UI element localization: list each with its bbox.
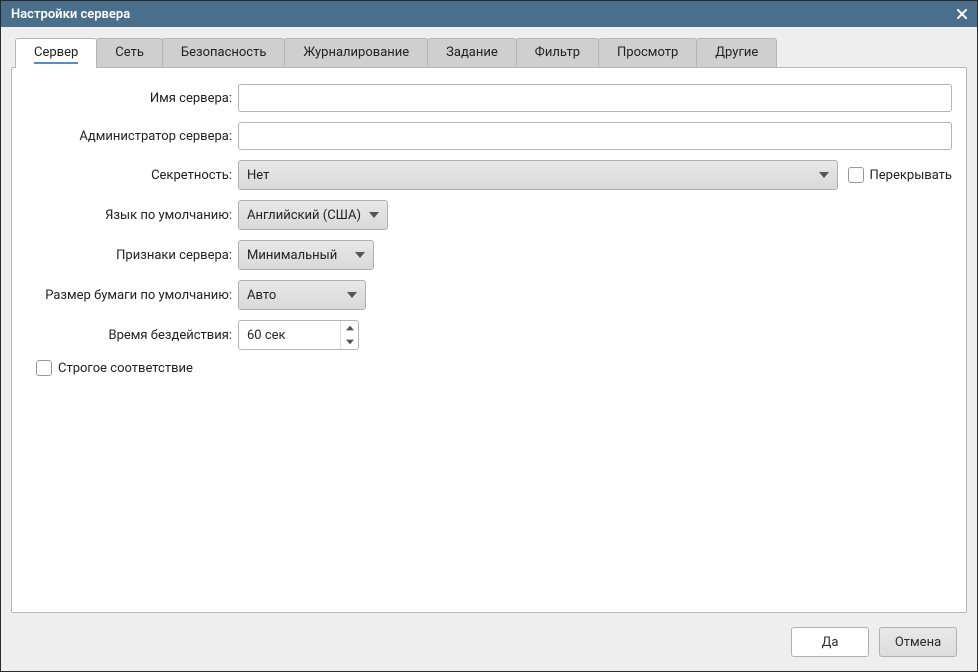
- tab-label: Сервер: [34, 45, 78, 64]
- controls-server-admin: [238, 122, 952, 150]
- chevron-down-icon: [817, 168, 831, 182]
- spinner-up[interactable]: [341, 321, 358, 335]
- tab-security[interactable]: Безопасность: [162, 38, 286, 68]
- tab-logging[interactable]: Журналирование: [284, 38, 428, 68]
- tab-label: Просмотр: [617, 45, 678, 60]
- tab-panel-server: Имя сервера: Администратор сервера: Секр…: [11, 67, 967, 613]
- tab-label: Фильтр: [535, 45, 580, 60]
- ok-button[interactable]: Да: [791, 627, 869, 657]
- row-server-traits: Признаки сервера: Минимальный: [26, 240, 952, 270]
- controls-secrecy: Нет Перекрывать: [238, 160, 952, 190]
- label-server-admin: Администратор сервера:: [26, 129, 232, 144]
- close-icon: [957, 9, 967, 19]
- cancel-button[interactable]: Отмена: [879, 627, 957, 657]
- spinner-down[interactable]: [341, 335, 358, 349]
- checkbox-box-icon: [848, 167, 864, 183]
- server-admin-input[interactable]: [238, 122, 952, 150]
- spinner-buttons: [340, 321, 358, 349]
- overlay-checkbox-label: Перекрывать: [870, 168, 953, 183]
- tab-label: Другие: [715, 45, 758, 60]
- tab-view[interactable]: Просмотр: [598, 38, 697, 68]
- checkbox-box-icon: [36, 360, 52, 376]
- footer: Да Отмена: [11, 613, 967, 661]
- tab-label: Задание: [446, 45, 498, 60]
- close-button[interactable]: [953, 5, 971, 23]
- controls-idle-time: 60 сек: [238, 320, 952, 350]
- controls-server-name: [238, 84, 952, 112]
- default-paper-size-combo[interactable]: Авто: [238, 280, 366, 310]
- chevron-down-icon: [345, 288, 359, 302]
- row-server-name: Имя сервера:: [26, 84, 952, 112]
- label-server-traits: Признаки сервера:: [26, 248, 232, 263]
- label-server-name: Имя сервера:: [26, 91, 232, 106]
- chevron-up-icon: [346, 324, 354, 332]
- content: Сервер Сеть Безопасность Журналирование …: [1, 27, 977, 671]
- tabs: Сервер Сеть Безопасность Журналирование …: [15, 37, 967, 67]
- tab-label: Журналирование: [303, 45, 409, 60]
- idle-time-value: 60 сек: [247, 328, 340, 343]
- server-traits-combo[interactable]: Минимальный: [238, 240, 374, 270]
- ok-button-label: Да: [822, 635, 839, 650]
- tab-filter[interactable]: Фильтр: [516, 38, 599, 68]
- strict-match-checkbox[interactable]: Строгое соответствие: [36, 360, 952, 376]
- window-title: Настройки сервера: [11, 7, 130, 22]
- row-idle-time: Время бездействия: 60 сек: [26, 320, 952, 350]
- label-idle-time: Время бездействия:: [26, 328, 232, 343]
- tab-network[interactable]: Сеть: [96, 38, 163, 68]
- row-default-language: Язык по умолчанию: Английский (США): [26, 200, 952, 230]
- chevron-down-icon: [367, 208, 381, 222]
- cancel-button-label: Отмена: [895, 635, 941, 650]
- label-default-paper-size: Размер бумаги по умолчанию:: [26, 288, 232, 303]
- default-language-combo[interactable]: Английский (США): [238, 200, 388, 230]
- window: Настройки сервера Сервер Сеть Безопаснос…: [0, 0, 978, 672]
- row-secrecy: Секретность: Нет Перекрывать: [26, 160, 952, 190]
- tab-server[interactable]: Сервер: [15, 38, 97, 68]
- chevron-down-icon: [346, 338, 354, 346]
- idle-time-spinner[interactable]: 60 сек: [238, 320, 359, 350]
- secrecy-combo[interactable]: Нет: [238, 160, 838, 190]
- default-paper-size-combo-value: Авто: [247, 288, 276, 303]
- default-language-combo-value: Английский (США): [247, 208, 361, 223]
- tab-other[interactable]: Другие: [696, 38, 777, 68]
- label-default-language: Язык по умолчанию:: [26, 208, 232, 223]
- titlebar: Настройки сервера: [1, 1, 977, 27]
- secrecy-combo-value: Нет: [247, 168, 269, 183]
- tab-job[interactable]: Задание: [427, 38, 517, 68]
- row-default-paper-size: Размер бумаги по умолчанию: Авто: [26, 280, 952, 310]
- controls-default-language: Английский (США): [238, 200, 952, 230]
- strict-match-label: Строгое соответствие: [58, 361, 193, 376]
- tab-label: Безопасность: [181, 45, 267, 60]
- row-server-admin: Администратор сервера:: [26, 122, 952, 150]
- overlay-checkbox[interactable]: Перекрывать: [848, 167, 953, 183]
- label-secrecy: Секретность:: [26, 168, 232, 183]
- chevron-down-icon: [353, 248, 367, 262]
- server-name-input[interactable]: [238, 84, 952, 112]
- server-traits-combo-value: Минимальный: [247, 248, 337, 263]
- controls-server-traits: Минимальный: [238, 240, 952, 270]
- tab-label: Сеть: [115, 45, 144, 60]
- controls-default-paper-size: Авто: [238, 280, 952, 310]
